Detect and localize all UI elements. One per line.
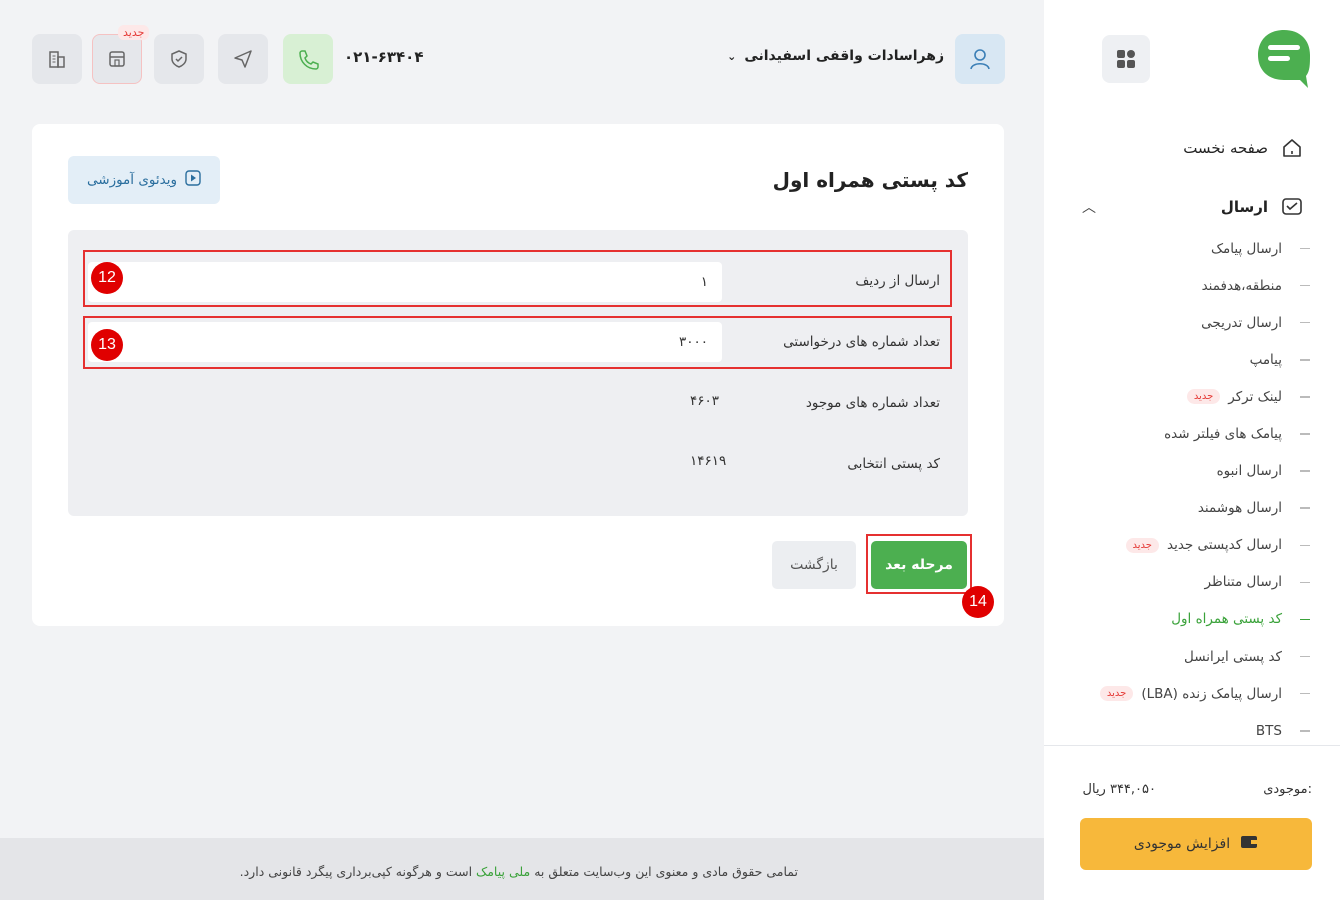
user-menu[interactable]: زهراسادات واقفی اسفیدانی ⌄ xyxy=(727,48,944,64)
store-icon xyxy=(109,51,125,67)
dash-icon xyxy=(1300,433,1310,435)
annotation-box-13 xyxy=(83,316,952,369)
divider xyxy=(1044,745,1340,746)
phone-icon xyxy=(299,50,319,70)
dash-icon xyxy=(1300,730,1310,732)
dash-icon xyxy=(1300,247,1310,250)
new-badge: جدید xyxy=(1125,537,1159,553)
topup-label: افزایش موجودی xyxy=(1133,836,1231,852)
postal-code-value: ۱۴۶۱۹ xyxy=(690,453,727,469)
sidebar-subitem[interactable]: ارسال پیامک زنده (LBA) جدید xyxy=(1052,675,1312,712)
annotation-number: 12 xyxy=(91,262,123,294)
sidebar-subitem[interactable]: لینک ترکر جدید xyxy=(1052,378,1312,415)
dash-icon xyxy=(1300,321,1310,324)
annotation-box-14 xyxy=(866,534,972,594)
dash-icon xyxy=(1300,284,1310,287)
sidebar-subitem[interactable]: کد پستی ایرانسل xyxy=(1052,638,1312,675)
send-button[interactable] xyxy=(218,34,268,84)
dash-icon xyxy=(1300,581,1310,584)
annotation-number: 13 xyxy=(91,329,123,361)
sidebar: صفحه نخست ارسال ︿ ارسال پیامک منطقه،هدفمن… xyxy=(1044,0,1340,900)
user-icon xyxy=(970,49,990,70)
sidebar-subitem-label: ارسال تدریجی xyxy=(1201,314,1282,331)
home-icon xyxy=(1280,136,1304,160)
row-label-postal: کد پستی انتخابی xyxy=(847,456,940,472)
annotation-number: 14 xyxy=(962,586,994,618)
sidebar-subitem[interactable]: ارسال متناظر xyxy=(1052,564,1312,601)
copyright-after: است و هرگونه کپی‌برداری پیگرد قانونی دار… xyxy=(239,864,473,879)
sidebar-subitem-label: ارسال هوشمند xyxy=(1197,500,1282,517)
brand-link[interactable]: ملی پیامک xyxy=(476,864,530,879)
sidebar-subitem-label: منطقه،هدفمند xyxy=(1201,277,1282,294)
sidebar-subitem-label: ارسال متناظر xyxy=(1204,574,1282,591)
send-icon xyxy=(234,50,252,68)
logo[interactable] xyxy=(1256,28,1312,88)
security-button[interactable] xyxy=(154,34,204,84)
new-badge: جدید xyxy=(1099,686,1134,702)
send-list-icon xyxy=(1280,195,1304,219)
chevron-down-icon: ⌄ xyxy=(727,49,737,63)
dash-icon xyxy=(1300,655,1310,658)
user-name: زهراسادات واقفی اسفیدانی xyxy=(744,48,944,64)
dash-icon xyxy=(1300,544,1310,547)
sidebar-subitem[interactable]: BTS xyxy=(1052,712,1312,749)
store-button[interactable] xyxy=(92,34,142,84)
sidebar-subitem-label: کد پستی همراه اول xyxy=(1171,611,1282,628)
sidebar-subitem-label: پیامک های فیلتر شده xyxy=(1164,426,1282,443)
new-badge: جدید xyxy=(1186,389,1221,405)
buildings-button[interactable] xyxy=(32,34,82,84)
sidebar-subitem-label: ارسال پیامک زنده (LBA) xyxy=(1141,685,1282,702)
play-icon xyxy=(185,170,201,190)
copyright-text: تمامی حقوق مادی و معنوی این وب‌سایت متعل… xyxy=(240,864,798,879)
phone-button[interactable] xyxy=(283,34,333,84)
sidebar-subitem-label: کد پستی ایرانسل xyxy=(1184,648,1282,665)
sidebar-item-label: صفحه نخست xyxy=(1183,139,1268,157)
apps-grid-button[interactable] xyxy=(1102,35,1150,83)
wallet-icon xyxy=(1240,834,1258,854)
dash-icon xyxy=(1300,470,1310,472)
shield-icon xyxy=(171,50,187,68)
sidebar-subitem[interactable]: ارسال کدپستی جدید جدید xyxy=(1052,527,1312,564)
chevron-up-icon[interactable]: ︿ xyxy=(1082,197,1096,217)
sidebar-subitem[interactable]: پیامپ xyxy=(1052,341,1312,378)
send-submenu: ارسال پیامک منطقه،هدفمند ارسال تدریجی پیامپ… xyxy=(1052,230,1312,749)
sidebar-item-label: ارسال xyxy=(1220,198,1268,216)
video-label: ویدئوی آموزشی xyxy=(87,172,177,188)
tutorial-video-button[interactable]: ویدئوی آموزشی xyxy=(68,156,220,204)
sidebar-subitem[interactable]: ارسال تدریجی xyxy=(1052,304,1312,341)
copyright-before: تمامی حقوق مادی و معنوی این وب‌سایت متعل… xyxy=(534,864,798,879)
back-button[interactable]: بازگشت xyxy=(772,541,856,589)
annotation-box-12 xyxy=(83,250,952,307)
sidebar-subitem[interactable]: ارسال هوشمند xyxy=(1052,490,1312,527)
sidebar-subitem-label: پیامپ xyxy=(1249,351,1282,368)
new-badge: جدید xyxy=(118,25,150,40)
avatar[interactable] xyxy=(955,34,1005,84)
sidebar-subitem[interactable]: پیامک های فیلتر شده xyxy=(1052,415,1312,452)
dash-icon xyxy=(1300,618,1310,621)
sidebar-item-send[interactable]: ارسال xyxy=(1221,195,1304,219)
sidebar-subitem-label: ارسال کدپستی جدید xyxy=(1166,537,1282,554)
sidebar-item-home[interactable]: صفحه نخست xyxy=(1183,136,1304,160)
sidebar-subitem-label: ارسال انبوه xyxy=(1216,463,1282,480)
support-phone: ۰۲۱-۶۳۴۰۴ xyxy=(344,48,424,66)
sidebar-subitem[interactable]: منطقه،هدفمند xyxy=(1052,267,1312,304)
topup-button[interactable]: افزایش موجودی xyxy=(1080,818,1312,870)
sidebar-subitem-label: ارسال پیامک xyxy=(1210,240,1282,257)
row-label-available: تعداد شماره های موجود xyxy=(805,395,940,411)
sidebar-subitem[interactable]: ارسال پیامک xyxy=(1052,230,1312,267)
dash-icon xyxy=(1300,692,1310,695)
balance-value: ۳۴۴,۰۵۰ ریال xyxy=(1082,782,1156,797)
page-title: کد پستی همراه اول xyxy=(772,168,968,192)
dash-icon xyxy=(1300,507,1310,509)
building-icon xyxy=(49,51,65,68)
dash-icon xyxy=(1300,359,1310,361)
sidebar-subitem-label: لینک ترکر xyxy=(1228,388,1282,405)
dash-icon xyxy=(1300,396,1310,398)
available-count-value: ۴۶۰۳ xyxy=(690,393,720,409)
balance-label: موجودی: xyxy=(1263,782,1312,797)
sidebar-subitem[interactable]: ارسال انبوه xyxy=(1052,453,1312,490)
sidebar-subitem[interactable]: کد پستی همراه اول xyxy=(1052,601,1312,638)
sidebar-subitem-label: BTS xyxy=(1255,722,1282,739)
grid-icon xyxy=(1117,50,1135,68)
